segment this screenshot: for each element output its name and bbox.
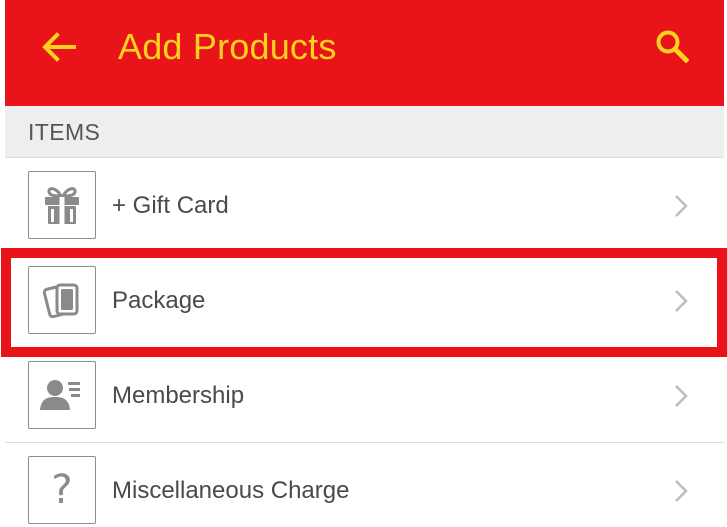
list-item-label: Package	[112, 287, 206, 314]
chevron-right-icon	[675, 480, 688, 502]
gift-icon	[45, 187, 79, 224]
chevron-right-icon	[675, 290, 688, 312]
list-item-gift-card[interactable]: + Gift Card	[5, 158, 724, 253]
gift-card-thumbnail	[28, 171, 96, 239]
list-item-miscellaneous-charge[interactable]: ? Miscellaneous Charge	[5, 443, 724, 527]
add-products-screen: Add Products ITEMS + Gift Card Package M…	[0, 0, 727, 527]
app-bar: Add Products	[5, 0, 724, 106]
chevron-right-icon	[675, 195, 688, 217]
cards-stack-icon	[42, 283, 79, 319]
section-header-items: ITEMS	[5, 106, 724, 158]
list-item-package[interactable]: Package	[5, 253, 724, 348]
chevron-right-icon	[675, 385, 688, 407]
list-item-label: Miscellaneous Charge	[112, 477, 350, 504]
page-title: Add Products	[118, 26, 337, 67]
list-item-membership[interactable]: Membership	[5, 348, 724, 443]
arrow-left-icon	[42, 32, 76, 62]
membership-thumbnail	[28, 361, 96, 429]
member-card-icon	[40, 380, 80, 410]
search-button[interactable]	[651, 26, 693, 66]
list-item-label: Membership	[112, 382, 245, 409]
section-header-label: ITEMS	[28, 119, 101, 145]
package-thumbnail	[28, 266, 96, 334]
question-mark-icon: ?	[51, 467, 73, 513]
product-list: + Gift Card Package Membership ? Miscell…	[5, 158, 724, 527]
back-button[interactable]	[39, 30, 79, 64]
search-icon	[656, 30, 689, 63]
list-item-label: + Gift Card	[112, 192, 229, 219]
miscellaneous-charge-thumbnail: ?	[28, 456, 96, 524]
